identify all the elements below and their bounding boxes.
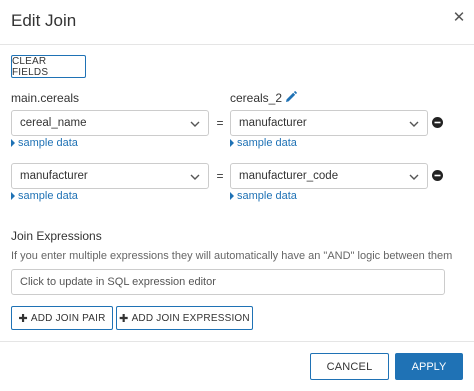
chevron-down-icon bbox=[409, 121, 419, 127]
clear-fields-button[interactable]: CLEAR FIELDS bbox=[11, 55, 86, 78]
right-column-select-1[interactable]: manufacturer bbox=[230, 110, 428, 136]
add-join-pair-button[interactable]: ✚ ADD JOIN PAIR bbox=[11, 306, 113, 330]
close-icon[interactable]: ✕ bbox=[452, 10, 466, 26]
right-sample-data-link-1[interactable]: sample data bbox=[229, 137, 297, 149]
right-column-select-2[interactable]: manufacturer_code bbox=[230, 163, 428, 189]
right-column-value-1: manufacturer bbox=[239, 117, 307, 129]
remove-pair-icon[interactable] bbox=[432, 117, 443, 128]
right-column-value-2: manufacturer_code bbox=[239, 170, 339, 182]
chevron-down-icon bbox=[409, 174, 419, 180]
plus-icon: ✚ bbox=[119, 312, 129, 325]
dialog-header: Edit Join ✕ bbox=[0, 0, 474, 45]
left-column-select-2[interactable]: manufacturer bbox=[11, 163, 209, 189]
left-table-name: main.cereals bbox=[11, 91, 80, 105]
join-expressions-title: Join Expressions bbox=[11, 229, 102, 243]
equals-operator-1: = bbox=[216, 116, 224, 130]
caret-right-icon bbox=[230, 192, 234, 200]
caret-right-icon bbox=[230, 139, 234, 147]
pencil-icon[interactable] bbox=[284, 91, 298, 104]
remove-pair-icon[interactable] bbox=[432, 170, 443, 181]
chevron-down-icon bbox=[190, 121, 200, 127]
right-sample-data-link-2[interactable]: sample data bbox=[229, 190, 297, 202]
left-column-select-1[interactable]: cereal_name bbox=[11, 110, 209, 136]
equals-operator-2: = bbox=[216, 169, 224, 183]
join-expressions-help: If you enter multiple expressions they w… bbox=[11, 250, 453, 262]
plus-icon: ✚ bbox=[18, 312, 28, 325]
chevron-down-icon bbox=[190, 174, 200, 180]
edit-join-dialog: Edit Join ✕ CLEAR FIELDS main.cereals ce… bbox=[0, 0, 474, 391]
left-sample-data-link-1[interactable]: sample data bbox=[10, 137, 78, 149]
add-join-expression-button[interactable]: ✚ ADD JOIN EXPRESSION bbox=[116, 306, 253, 330]
cancel-button[interactable]: CANCEL bbox=[310, 353, 389, 380]
sql-expression-input[interactable] bbox=[11, 269, 445, 295]
left-column-value-1: cereal_name bbox=[20, 117, 87, 129]
caret-right-icon bbox=[11, 139, 15, 147]
caret-right-icon bbox=[11, 192, 15, 200]
right-table-name: cereals_2 bbox=[230, 91, 283, 105]
left-sample-data-link-2[interactable]: sample data bbox=[10, 190, 78, 202]
dialog-title: Edit Join bbox=[11, 11, 77, 30]
apply-button[interactable]: APPLY bbox=[395, 353, 463, 380]
left-column-value-2: manufacturer bbox=[20, 170, 88, 182]
